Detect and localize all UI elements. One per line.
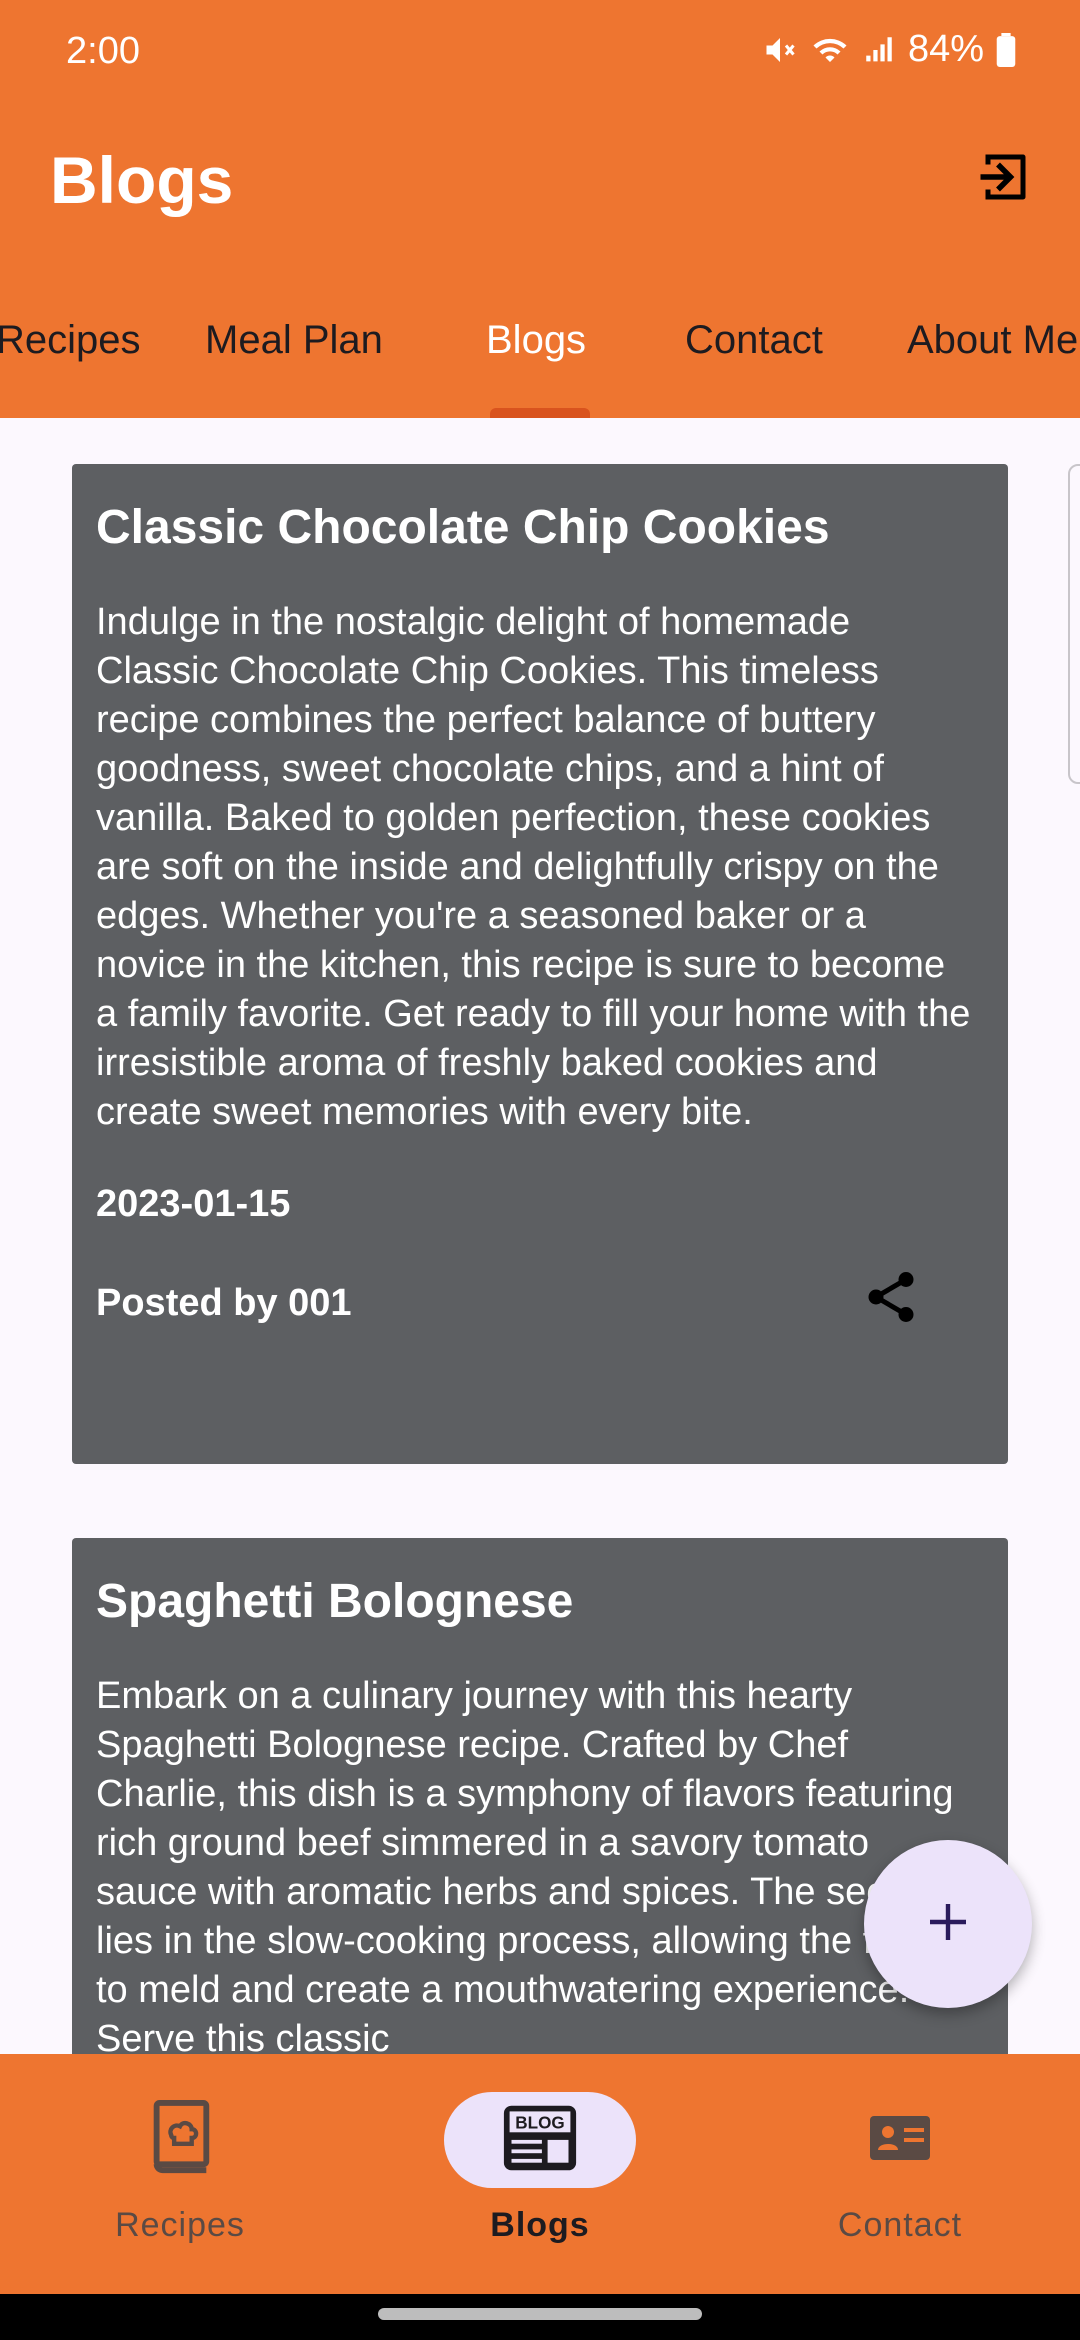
wifi-icon <box>810 32 850 68</box>
tab-meal-plan[interactable]: Meal Plan <box>205 318 383 363</box>
nav-label: Contact <box>837 2206 963 2244</box>
nav-icon-container: BLOG <box>444 2092 636 2188</box>
plus-icon <box>924 1898 972 1951</box>
tab-contact[interactable]: Contact <box>685 318 823 363</box>
blog-title: Classic Chocolate Chip Cookies <box>96 501 830 554</box>
app-bar: Blogs <box>0 100 1080 260</box>
mute-icon <box>762 32 798 68</box>
blog-icon: BLOG <box>502 2103 578 2178</box>
recipe-book-icon <box>147 2099 213 2181</box>
tab-about-me[interactable]: About Me <box>907 318 1078 363</box>
battery-icon <box>996 32 1016 67</box>
status-time: 2:00 <box>66 30 140 72</box>
page-title: Blogs <box>50 143 234 217</box>
tab-recipes[interactable]: Recipes <box>0 318 141 363</box>
nav-icon-container <box>84 2092 276 2188</box>
nav-label: Blogs <box>490 2206 590 2244</box>
logout-button[interactable] <box>968 144 1038 214</box>
status-icons: 84% <box>762 28 1016 71</box>
logout-icon <box>973 147 1033 212</box>
share-icon <box>861 1267 921 1332</box>
blog-date: 2023-01-15 <box>96 1183 291 1225</box>
nav-icon-container <box>804 2092 996 2188</box>
battery-percent: 84% <box>907 28 984 70</box>
signal-icon <box>862 32 896 68</box>
blog-list[interactable]: Classic Chocolate Chip Cookies Indulge i… <box>0 418 1080 2054</box>
add-blog-button[interactable] <box>864 1840 1032 2008</box>
blog-card[interactable]: Spaghetti Bolognese Embark on a culinary… <box>72 1538 1008 2054</box>
blog-author: Posted by 001 <box>96 1282 352 1324</box>
nav-item-recipes[interactable]: Recipes <box>0 2054 360 2294</box>
tab-blogs[interactable]: Blogs <box>486 318 586 363</box>
nav-item-contact[interactable]: Contact <box>720 2054 1080 2294</box>
tab-bar: Recipes Meal Plan Blogs Contact About Me <box>0 260 1080 418</box>
blog-footer: Posted by 001 <box>96 1271 984 1352</box>
blog-body: Embark on a culinary journey with this h… <box>96 1675 975 2054</box>
home-gesture-bar[interactable] <box>378 2308 702 2320</box>
bottom-nav: Recipes BLOG Blogs Contact <box>0 2054 1080 2294</box>
system-nav-bar <box>0 2294 1080 2340</box>
blog-icon-text: BLOG <box>515 2113 564 2132</box>
status-bar: 2:00 84% <box>0 0 1080 100</box>
active-tab-indicator <box>490 408 590 418</box>
blog-title: Spaghetti Bolognese <box>96 1575 574 1628</box>
next-card-peek <box>1068 464 1080 784</box>
nav-item-blogs[interactable]: BLOG Blogs <box>360 2054 720 2294</box>
share-button[interactable] <box>858 1266 924 1332</box>
blog-body: Indulge in the nostalgic delight of home… <box>96 601 971 1133</box>
contact-card-icon <box>868 2113 932 2168</box>
blog-card[interactable]: Classic Chocolate Chip Cookies Indulge i… <box>72 464 1008 1464</box>
nav-label: Recipes <box>115 2206 245 2244</box>
